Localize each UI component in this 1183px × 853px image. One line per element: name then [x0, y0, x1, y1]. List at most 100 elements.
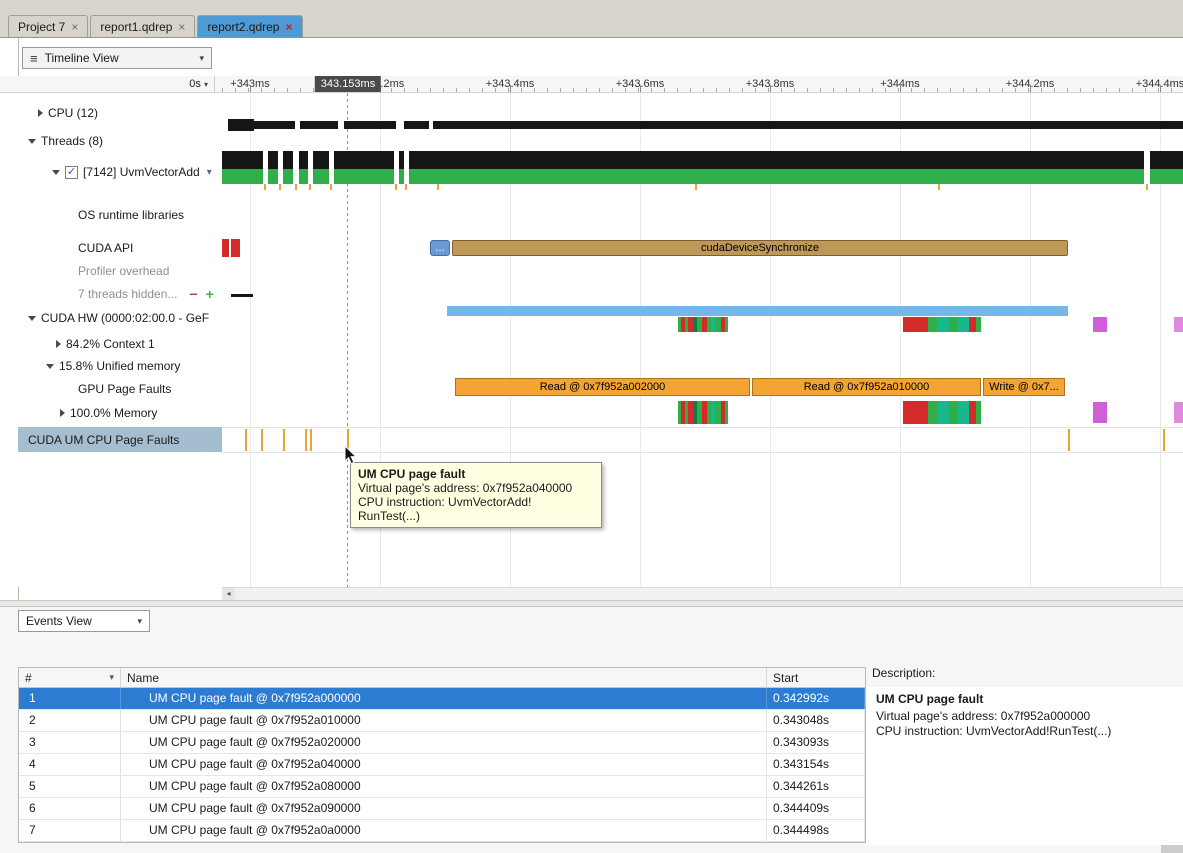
table-row[interactable]: 1UM CPU page fault @ 0x7f952a0000000.342…: [19, 688, 865, 710]
sidebar-item-cuda-um-cpu-page-faults[interactable]: CUDA UM CPU Page Faults: [18, 427, 222, 452]
chevron-right-icon[interactable]: [60, 409, 65, 417]
timeline-hscrollbar[interactable]: ◂: [222, 587, 1183, 600]
gridline: [250, 93, 251, 587]
chevron-down-icon[interactable]: [28, 316, 36, 321]
gridline: [770, 93, 771, 587]
gridline: [1030, 93, 1031, 587]
chevron-right-icon[interactable]: [38, 109, 43, 117]
chevron-down-icon[interactable]: ▾: [207, 167, 212, 178]
mouse-cursor-icon: [344, 446, 358, 466]
event-number-cell: 5: [19, 776, 121, 797]
table-row[interactable]: 3UM CPU page fault @ 0x7f952a0200000.343…: [19, 732, 865, 754]
tab-label: Project 7: [18, 20, 65, 34]
sidebar-item-label: 15.8% Unified memory: [59, 359, 180, 373]
sidebar-item-profiler-overhead[interactable]: Profiler overhead: [18, 261, 222, 281]
event-start-cell: 0.344498s: [767, 820, 865, 841]
tooltip-line: Virtual page's address: 0x7f952a040000: [358, 481, 594, 495]
events-table-body: 1UM CPU page fault @ 0x7f952a0000000.342…: [19, 688, 865, 842]
tab-report2[interactable]: report2.qdrep ×: [197, 15, 302, 37]
event-start-cell: 0.344409s: [767, 798, 865, 819]
event-name-cell: UM CPU page fault @ 0x7f952a080000: [121, 776, 767, 797]
sidebar-item-context-1[interactable]: 84.2% Context 1: [18, 334, 222, 354]
row-separator: [222, 452, 1183, 453]
ruler-tick-mark: [1030, 85, 1031, 93]
chevron-right-icon[interactable]: [56, 340, 61, 348]
remove-filter-icon[interactable]: −: [189, 286, 197, 302]
gridline: [900, 93, 901, 587]
gridline: [1160, 93, 1161, 587]
ruler-tick-mark: [770, 85, 771, 93]
nsight-systems-window: Project 7 × report1.qdrep × report2.qdre…: [0, 0, 1183, 853]
event-number-cell: 1: [19, 688, 121, 709]
row-separator: [222, 427, 1183, 428]
events-view-selector[interactable]: Events View ▾: [18, 610, 150, 632]
sidebar-item-label: CUDA UM CPU Page Faults: [28, 433, 179, 447]
um-page-fault-tooltip: UM CPU page fault Virtual page's address…: [350, 462, 602, 528]
close-icon[interactable]: ×: [285, 20, 292, 34]
chevron-down-icon[interactable]: [46, 364, 54, 369]
chevron-down-icon[interactable]: [28, 139, 36, 144]
timeline-ruler[interactable]: 0s ▾ +343ms+343.2ms+343.4ms+343.6ms+343.…: [0, 76, 1183, 93]
sidebar-item-threads-hidden[interactable]: 7 threads hidden...−+: [18, 284, 222, 304]
event-start-cell: 0.343048s: [767, 710, 865, 731]
tab-project-7[interactable]: Project 7 ×: [8, 15, 88, 37]
timeline-view-selector[interactable]: ≡ Timeline View ▾: [22, 47, 212, 69]
sidebar-item-thread-7142-uvmvectoradd[interactable]: ✓[7142] UvmVectorAdd▾: [18, 162, 222, 182]
ruler-tick-mark: [640, 85, 641, 93]
event-name-cell: UM CPU page fault @ 0x7f952a0a0000: [121, 820, 767, 841]
table-row[interactable]: 2UM CPU page fault @ 0x7f952a0100000.343…: [19, 710, 865, 732]
ruler-origin[interactable]: 0s ▾: [18, 76, 215, 93]
ruler-tick-mark: [1160, 85, 1161, 93]
event-number-cell: 3: [19, 732, 121, 753]
tooltip-line: RunTest(...): [358, 509, 594, 523]
sidebar-item-cuda-api[interactable]: CUDA API: [18, 238, 222, 258]
column-header-number[interactable]: # ▾: [19, 668, 121, 687]
sidebar-item-label: 7 threads hidden...: [78, 287, 177, 301]
chevron-down-icon[interactable]: [52, 170, 60, 175]
menu-icon: ≡: [30, 51, 38, 66]
column-header-start[interactable]: Start: [767, 668, 865, 687]
ruler-tick-mark: [510, 85, 511, 93]
add-filter-icon[interactable]: +: [206, 286, 214, 302]
chevron-down-icon: ▾: [204, 80, 208, 89]
table-row[interactable]: 5UM CPU page fault @ 0x7f952a0800000.344…: [19, 776, 865, 798]
scroll-left-icon[interactable]: ◂: [222, 588, 235, 600]
events-view-label: Events View: [26, 614, 92, 628]
sidebar-item-gpu-page-faults[interactable]: GPU Page Faults: [18, 379, 222, 399]
sidebar-item-label: CPU (12): [48, 106, 98, 120]
table-row[interactable]: 4UM CPU page fault @ 0x7f952a0400000.343…: [19, 754, 865, 776]
close-icon[interactable]: ×: [178, 20, 185, 34]
sidebar-item-label: Profiler overhead: [78, 264, 169, 278]
table-row[interactable]: 6UM CPU page fault @ 0x7f952a0900000.344…: [19, 798, 865, 820]
sidebar-item-label: CUDA HW (0000:02:00.0 - GeF: [41, 311, 209, 325]
sidebar-item-unified-memory[interactable]: 15.8% Unified memory: [18, 356, 222, 376]
gridline: [640, 93, 641, 587]
sidebar-item-os-runtime-libraries[interactable]: OS runtime libraries: [18, 205, 222, 225]
sidebar-item-label: GPU Page Faults: [78, 382, 171, 396]
pane-splitter[interactable]: [0, 600, 1183, 607]
events-table-header: # ▾ Name Start: [19, 668, 865, 688]
sidebar-item-label: Threads (8): [41, 134, 103, 148]
event-start-cell: 0.343093s: [767, 732, 865, 753]
event-name-cell: UM CPU page fault @ 0x7f952a010000: [121, 710, 767, 731]
sidebar-item-threads[interactable]: Threads (8): [18, 131, 222, 151]
sidebar-item-memory[interactable]: 100.0% Memory: [18, 403, 222, 423]
timeline-cursor-line: [347, 93, 348, 587]
event-number-cell: 7: [19, 820, 121, 841]
table-row[interactable]: 7UM CPU page fault @ 0x7f952a0a00000.344…: [19, 820, 865, 842]
sidebar-item-cpu[interactable]: CPU (12): [18, 103, 222, 123]
column-filter-icon[interactable]: ▾: [109, 672, 114, 683]
row-checkbox[interactable]: ✓: [65, 166, 78, 179]
event-number-cell: 6: [19, 798, 121, 819]
tab-report1[interactable]: report1.qdrep ×: [90, 15, 195, 37]
event-start-cell: 0.344261s: [767, 776, 865, 797]
view-selector-label: Timeline View: [45, 51, 119, 65]
resize-grip[interactable]: [1161, 845, 1183, 853]
event-name-cell: UM CPU page fault @ 0x7f952a090000: [121, 798, 767, 819]
close-icon[interactable]: ×: [71, 20, 78, 34]
tab-label: report2.qdrep: [207, 20, 279, 34]
event-name-cell: UM CPU page fault @ 0x7f952a040000: [121, 754, 767, 775]
column-header-name[interactable]: Name: [121, 668, 767, 687]
sidebar-item-cuda-hw[interactable]: CUDA HW (0000:02:00.0 - GeF: [18, 308, 222, 328]
tooltip-line: CPU instruction: UvmVectorAdd!: [358, 495, 594, 509]
